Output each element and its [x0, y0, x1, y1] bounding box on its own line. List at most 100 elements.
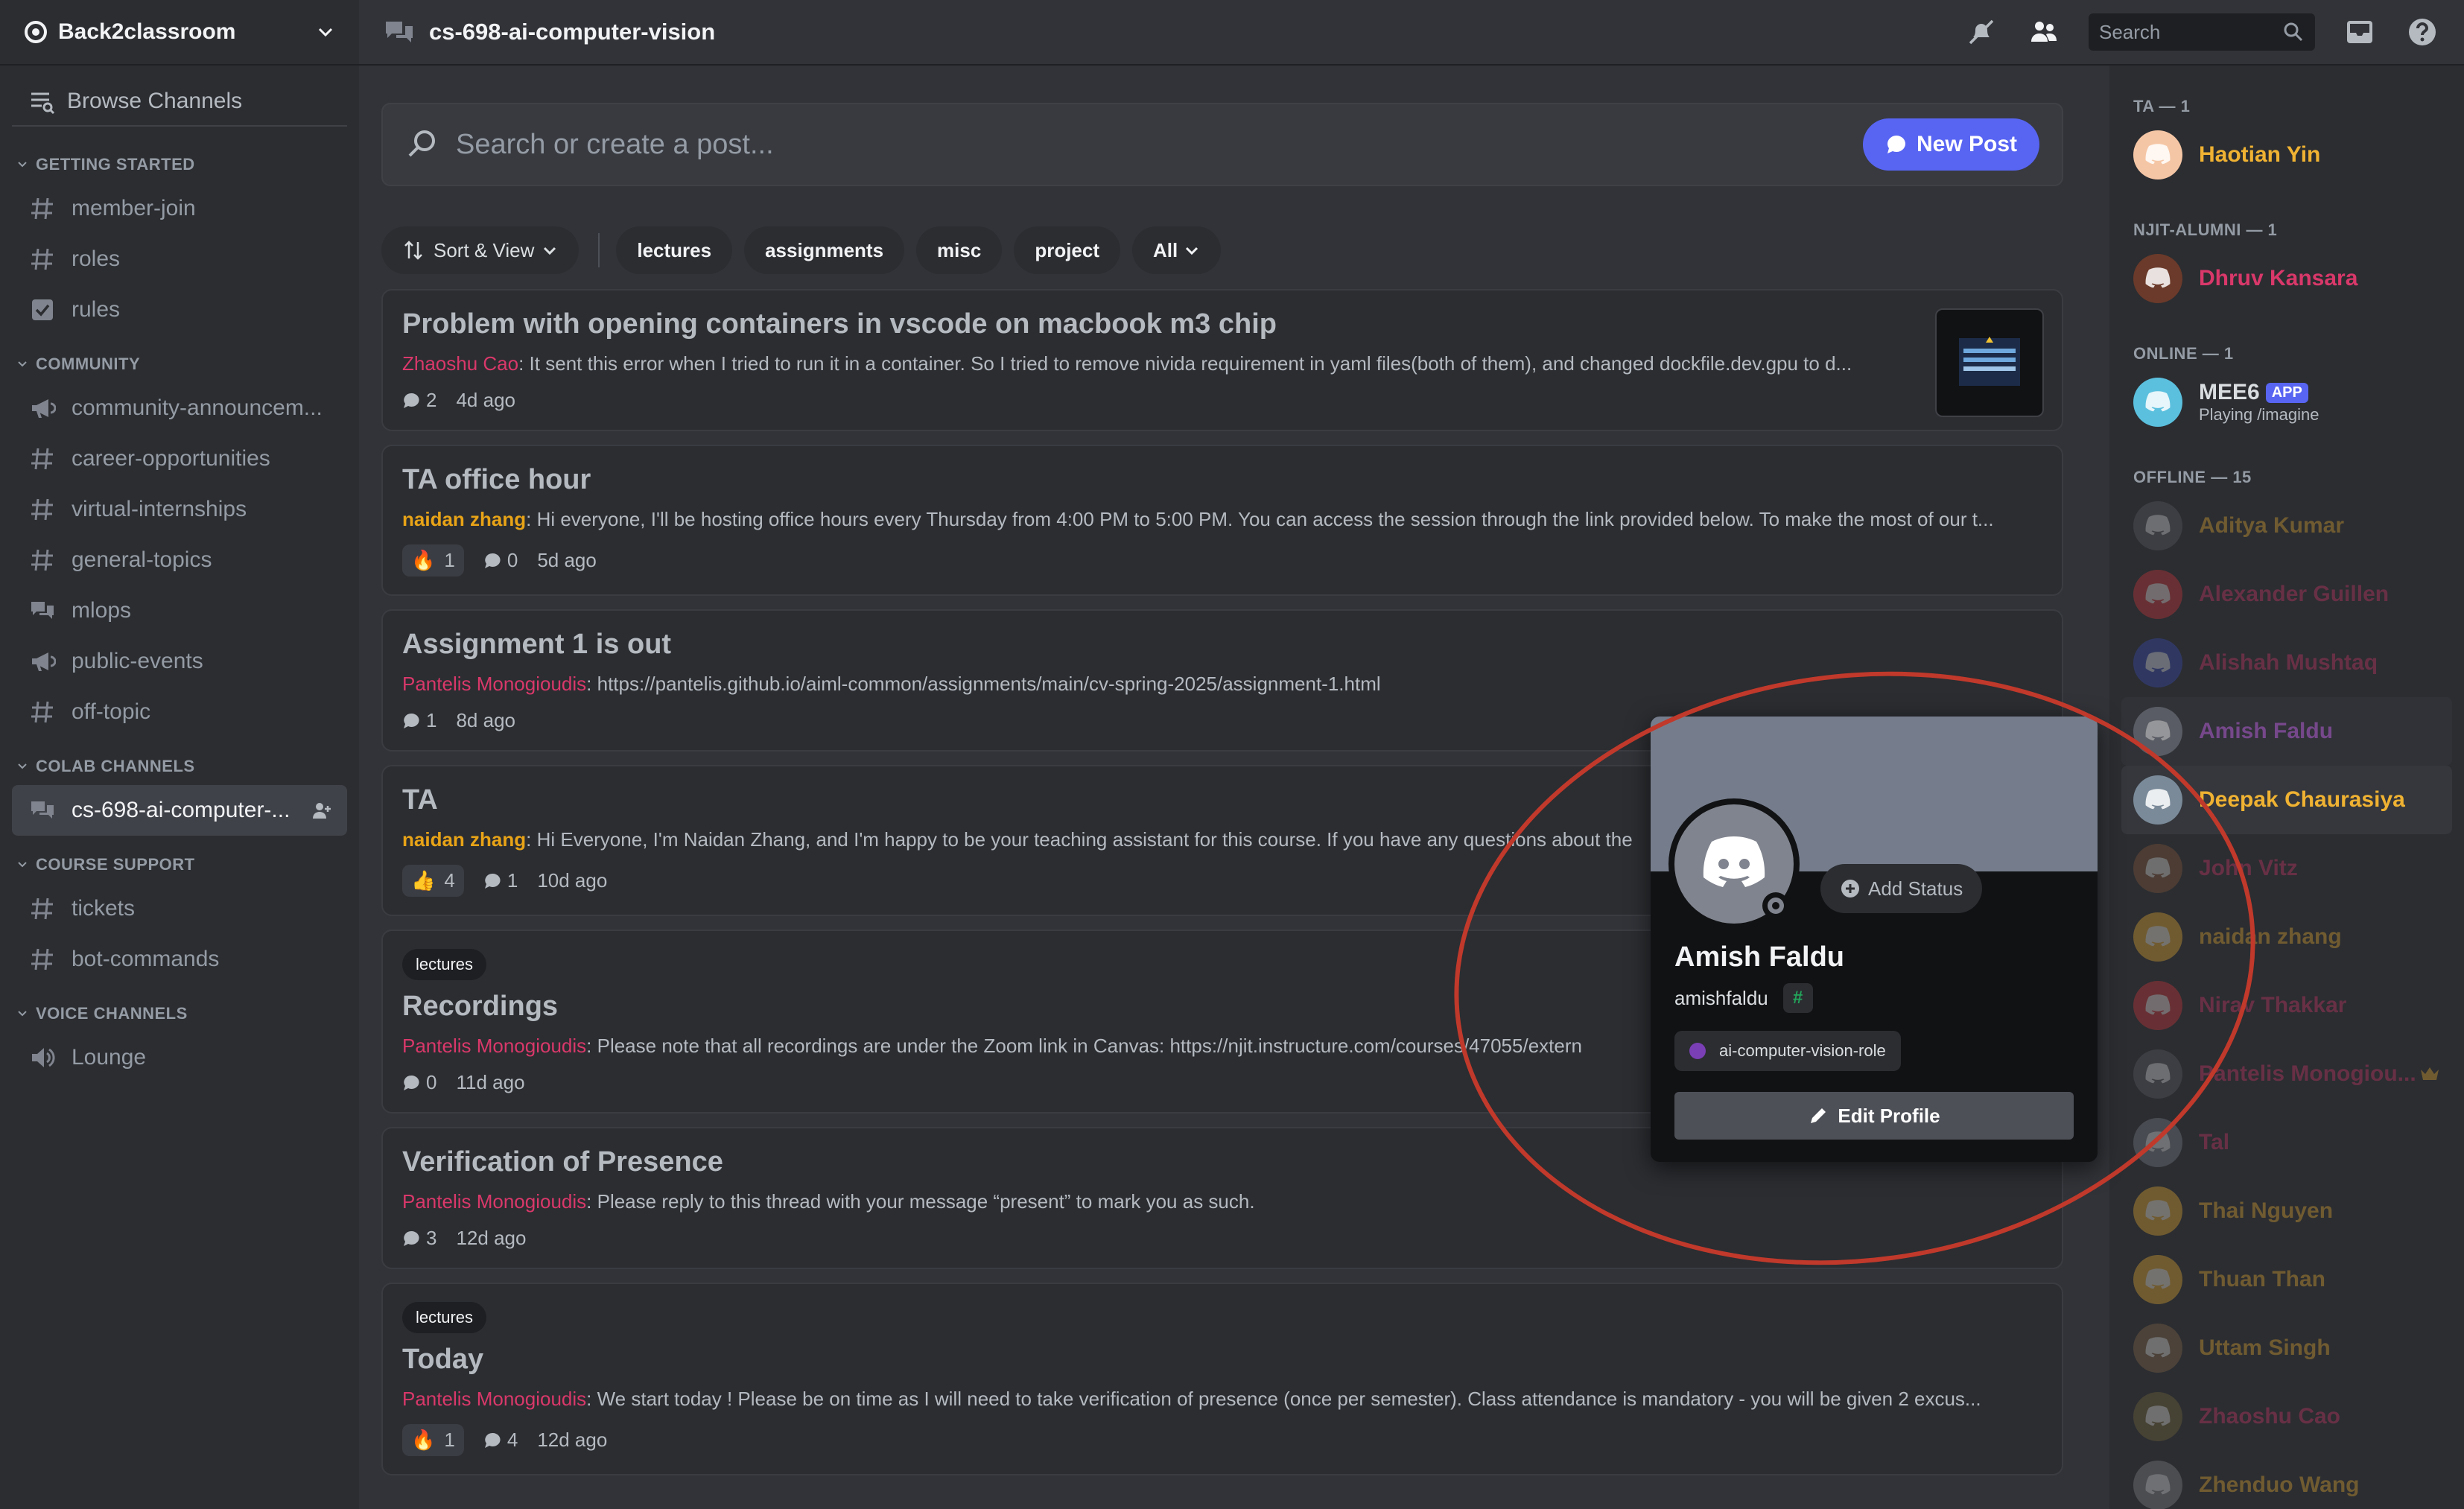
post-author[interactable]: Pantelis Monogioudis — [402, 1035, 586, 1057]
checkbox-icon — [27, 294, 58, 325]
status-offline-icon — [1761, 891, 1791, 921]
hash-badge-icon[interactable]: # — [1782, 983, 1813, 1013]
post-preview: Zhaoshu Cao: It sent this error when I t… — [402, 352, 2042, 375]
member-item[interactable]: Haotian Yin — [2109, 121, 2464, 189]
channel-item[interactable]: roles — [12, 234, 347, 285]
member-name: MEE6 — [2199, 380, 2260, 404]
post-author[interactable]: Pantelis Monogioudis — [402, 1190, 586, 1213]
profile-avatar[interactable] — [1668, 798, 1800, 930]
member-list-icon[interactable] — [2026, 14, 2062, 50]
member-item[interactable]: MEE6 APP Playing /imagine — [2109, 368, 2464, 436]
channel-item[interactable]: cs-698-ai-computer-... — [12, 785, 347, 836]
member-item[interactable]: Alexander Guillen — [2109, 560, 2464, 629]
member-item[interactable]: Alishah Mushtaq — [2109, 629, 2464, 697]
member-item[interactable]: Thuan Than — [2109, 1245, 2464, 1314]
member-item[interactable]: Aditya Kumar — [2109, 492, 2464, 560]
post-preview: Pantelis Monogioudis: https://pantelis.g… — [402, 673, 2042, 696]
post-preview: Pantelis Monogioudis: Please reply to th… — [402, 1190, 2042, 1213]
tag-filter-all[interactable]: All — [1132, 226, 1222, 274]
category-header[interactable]: GETTING STARTED — [12, 146, 347, 183]
member-item[interactable]: Thai Nguyen — [2109, 1177, 2464, 1245]
member-item[interactable]: Nirav Thakkar — [2109, 971, 2464, 1040]
avatar — [2133, 981, 2182, 1030]
role-pill[interactable]: ai-computer-vision-role — [1674, 1031, 1901, 1071]
server-header[interactable]: Back2classroom — [0, 0, 359, 66]
category-label: VOICE CHANNELS — [36, 1004, 188, 1023]
member-item[interactable]: John Vitz — [2109, 834, 2464, 903]
help-icon[interactable] — [2404, 14, 2440, 50]
member-text: MEE6 APP Playing /imagine — [2182, 380, 2319, 425]
tag-filter-misc[interactable]: misc — [916, 226, 1003, 274]
post-meta: 🔥 1 0 5d ago — [402, 544, 2042, 576]
post-author[interactable]: naidan zhang — [402, 508, 526, 530]
member-item[interactable]: Zhenduo Wang — [2109, 1451, 2464, 1509]
channel-item[interactable]: public-events — [12, 636, 347, 687]
member-item[interactable]: Amish Faldu — [2121, 697, 2452, 766]
channel-label: community-announcem... — [72, 395, 323, 420]
channel-item[interactable]: rules — [12, 285, 347, 335]
member-item[interactable]: naidan zhang — [2109, 903, 2464, 971]
member-text: Alexander Guillen — [2182, 582, 2389, 607]
sort-view-button[interactable]: Sort & View — [381, 226, 580, 274]
post-author[interactable]: naidan zhang — [402, 828, 526, 851]
browse-channels[interactable]: Browse Channels — [12, 77, 347, 127]
forum-post[interactable]: Problem with opening containers in vscod… — [381, 289, 2063, 431]
tag-filter-project[interactable]: project — [1014, 226, 1120, 274]
category-label: COMMUNITY — [36, 355, 141, 373]
member-text: Nirav Thakkar — [2182, 993, 2346, 1018]
channel-item[interactable]: career-opportunities — [12, 433, 347, 484]
reaction-chip[interactable]: 👍 4 — [402, 865, 464, 897]
member-name: Deepak Chaurasiya — [2199, 787, 2405, 812]
search-input[interactable]: Search — [2089, 13, 2315, 51]
post-author[interactable]: Pantelis Monogioudis — [402, 1388, 586, 1410]
new-post-button[interactable]: New Post — [1862, 118, 2039, 171]
channel-item[interactable]: mlops — [12, 585, 347, 636]
member-item[interactable]: Zhaoshu Cao — [2109, 1382, 2464, 1451]
forum-icon — [27, 595, 58, 626]
post-author[interactable]: Pantelis Monogioudis — [402, 673, 586, 695]
post-age: 12d ago — [456, 1227, 527, 1249]
forum-post[interactable]: TA office hour naidan zhang: Hi everyone,… — [381, 445, 2063, 596]
member-item[interactable]: Deepak Chaurasiya — [2121, 766, 2452, 834]
chevron-down-icon — [1184, 242, 1200, 258]
member-name: Amish Faldu — [2199, 719, 2334, 743]
category-header[interactable]: VOICE CHANNELS — [12, 995, 347, 1032]
notifications-muted-icon[interactable] — [1963, 14, 1999, 50]
channel-item[interactable]: off-topic — [12, 687, 347, 737]
member-item[interactable]: Tal — [2109, 1108, 2464, 1177]
post-age: 5d ago — [537, 549, 597, 571]
post-thumbnail[interactable] — [1935, 308, 2044, 417]
forum-post[interactable]: lectures Today Pantelis Monogioudis: We st… — [381, 1283, 2063, 1475]
member-item[interactable]: Pantelis Monogiou... — [2109, 1040, 2464, 1108]
search-icon — [405, 127, 439, 162]
channel-item[interactable]: community-announcem... — [12, 383, 347, 433]
channel-item[interactable]: general-topics — [12, 535, 347, 585]
profile-username: amishfaldu — [1674, 986, 1768, 1009]
reaction-chip[interactable]: 🔥 1 — [402, 1424, 464, 1456]
member-item[interactable]: Uttam Singh — [2109, 1314, 2464, 1382]
avatar — [2133, 1392, 2182, 1441]
reaction-chip[interactable]: 🔥 1 — [402, 544, 464, 576]
category-label: COURSE SUPPORT — [36, 855, 195, 874]
member-name: naidan zhang — [2199, 924, 2342, 949]
channel-label: general-topics — [72, 547, 212, 572]
channel-item[interactable]: bot-commands — [12, 934, 347, 985]
category-header[interactable]: COLAB CHANNELS — [12, 748, 347, 785]
add-member-icon[interactable] — [311, 800, 332, 821]
channel-item[interactable]: Lounge — [12, 1032, 347, 1083]
tag-filter-lectures[interactable]: lectures — [616, 226, 733, 274]
post-search-bar[interactable]: Search or create a post... New Post — [381, 103, 2063, 186]
channel-item[interactable]: tickets — [12, 883, 347, 934]
post-author[interactable]: Zhaoshu Cao — [402, 352, 518, 375]
tag-filter-assignments[interactable]: assignments — [744, 226, 905, 274]
inbox-icon[interactable] — [2342, 14, 2378, 50]
channel-item[interactable]: virtual-internships — [12, 484, 347, 535]
edit-profile-button[interactable]: Edit Profile — [1674, 1092, 2074, 1140]
category-header[interactable]: COURSE SUPPORT — [12, 846, 347, 883]
add-status-button[interactable]: Add Status — [1820, 864, 1983, 913]
category-header[interactable]: COMMUNITY — [12, 346, 347, 383]
member-item[interactable]: Dhruv Kansara — [2109, 244, 2464, 313]
filter-divider — [598, 233, 600, 267]
member-text: Pantelis Monogiou... — [2182, 1061, 2416, 1087]
channel-item[interactable]: member-join — [12, 183, 347, 234]
